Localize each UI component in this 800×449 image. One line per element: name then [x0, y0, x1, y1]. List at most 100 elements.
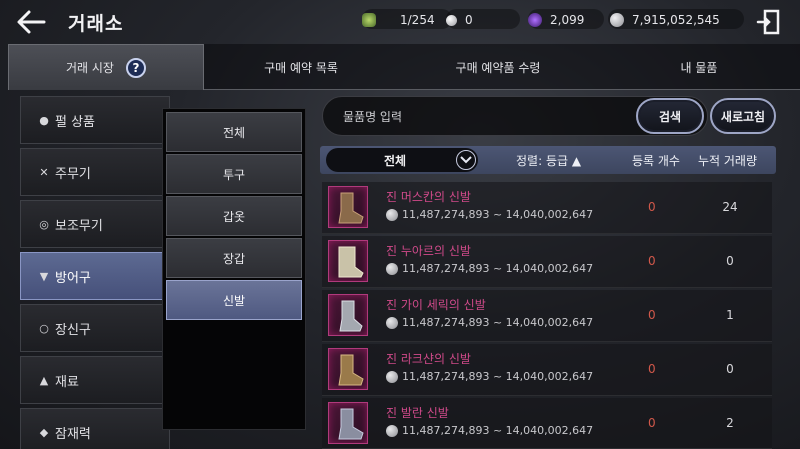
table-row[interactable]: 진 라크샨의 신발 11,487,274,893 ~ 14,040,002,64…: [322, 344, 772, 396]
column-volume: 누적 거래량: [698, 154, 758, 168]
trade-volume: 24: [722, 200, 738, 214]
silver-coin-icon: [610, 13, 624, 27]
category-sub-weapon[interactable]: ◎ 보조무기: [20, 200, 170, 248]
subcategory-label: 신발: [222, 293, 246, 308]
item-price-range: 11,487,274,893 ~ 14,040,002,647: [402, 208, 594, 221]
subcategory-all[interactable]: 전체: [166, 112, 302, 152]
registered-count: 0: [648, 254, 656, 268]
table-row[interactable]: 진 발란 신발 11,487,274,893 ~ 14,040,002,647 …: [322, 398, 772, 449]
category-label: 보조무기: [55, 218, 103, 234]
armor-icon: ▼: [39, 270, 49, 283]
category-label: 잠재력: [55, 426, 91, 442]
tab-label: 구매 예약 목록: [264, 60, 338, 75]
tab-marketplace[interactable]: 거래 시장 ?: [8, 44, 204, 90]
trade-volume: 0: [726, 254, 734, 268]
category-label: 펄 상품: [55, 114, 96, 130]
category-label: 장신구: [55, 322, 91, 338]
column-registered: 등록 개수: [632, 154, 680, 168]
silver-coin-icon: [386, 371, 398, 383]
filter-label: 전체: [384, 153, 407, 168]
exit-door-icon[interactable]: [756, 8, 782, 36]
search-input[interactable]: [343, 106, 603, 128]
silver-coin-icon: [386, 317, 398, 329]
category-armor[interactable]: ▼ 방어구: [20, 252, 170, 300]
ring-icon: ○: [39, 322, 49, 335]
refresh-button[interactable]: 새로고침: [710, 98, 776, 134]
search-button[interactable]: 검색: [636, 98, 704, 134]
boots-icon: [328, 402, 368, 444]
boots-icon: [328, 294, 368, 336]
subcategory-label: 갑옷: [222, 209, 246, 224]
subcategory-armor[interactable]: 갑옷: [166, 196, 302, 236]
registered-count: 0: [648, 362, 656, 376]
silver-value: 7,915,052,545: [632, 13, 720, 27]
item-price-range: 11,487,274,893 ~ 14,040,002,647: [402, 424, 594, 437]
tab-label: 구매 예약품 수령: [455, 60, 541, 75]
category-potential[interactable]: ◆ 잠재력: [20, 408, 170, 449]
item-name: 진 누아르의 신발: [386, 244, 471, 258]
inventory-value: 1/254: [400, 13, 435, 27]
item-price-range: 11,487,274,893 ~ 14,040,002,647: [402, 370, 594, 383]
sort-button[interactable]: 정렬: 등급 ▲: [516, 152, 581, 169]
table-row[interactable]: 진 누아르의 신발 11,487,274,893 ~ 14,040,002,64…: [322, 236, 772, 288]
ring-target-icon: ◎: [39, 218, 49, 231]
table-header: 전체 정렬: 등급 ▲ 등록 개수 누적 거래량: [320, 146, 776, 174]
subcategory-label: 투구: [222, 167, 246, 182]
category-label: 방어구: [55, 270, 91, 286]
category-label: 주무기: [55, 166, 91, 182]
flask-icon: ▲: [39, 374, 49, 387]
chevron-down-icon: [456, 150, 476, 170]
silver-coin-icon: [386, 425, 398, 437]
inventory-counter: 1/254: [362, 10, 435, 30]
help-icon[interactable]: ?: [125, 57, 146, 78]
tab-bar: 거래 시장 ? 구매 예약 목록 구매 예약품 수령 내 물품: [8, 44, 800, 90]
tab-purchase-reservations[interactable]: 구매 예약 목록: [204, 44, 398, 90]
item-price-range: 11,487,274,893 ~ 14,040,002,647: [402, 316, 594, 329]
pearl-value: 0: [465, 13, 473, 27]
item-name: 진 가이 세릭의 신발: [386, 298, 486, 312]
refresh-button-label: 새로고침: [720, 109, 766, 124]
trade-volume: 2: [726, 416, 734, 430]
table-row[interactable]: 진 머스칸의 신발 11,487,274,893 ~ 14,040,002,64…: [322, 182, 772, 234]
registered-count: 0: [648, 308, 656, 322]
boots-icon: [328, 240, 368, 282]
subcategory-label: 장갑: [222, 251, 246, 266]
category-material[interactable]: ▲ 재료: [20, 356, 170, 404]
category-pearl-items[interactable]: ● 펄 상품: [20, 96, 170, 144]
item-name: 진 라크샨의 신발: [386, 352, 471, 366]
item-name: 진 발란 신발: [386, 406, 449, 420]
subcategory-helmet[interactable]: 투구: [166, 154, 302, 194]
category-main-weapon[interactable]: ✕ 주무기: [20, 148, 170, 196]
back-arrow-icon[interactable]: [14, 8, 48, 36]
table-row[interactable]: 진 가이 세릭의 신발 11,487,274,893 ~ 14,040,002,…: [322, 290, 772, 342]
header-bar: 거래소 1/254 0 2,099 7,915,052,545: [0, 0, 800, 44]
inventory-bag-icon: [362, 13, 376, 27]
trade-volume: 0: [726, 362, 734, 376]
grade-filter-dropdown[interactable]: 전체: [326, 148, 478, 172]
subcategory-list: 전체 투구 갑옷 장갑 신발: [162, 108, 306, 430]
pearl-icon: ●: [39, 114, 49, 127]
tab-receive-reserved[interactable]: 구매 예약품 수령: [398, 44, 598, 90]
boots-icon: [328, 348, 368, 390]
category-list: ● 펄 상품 ✕ 주무기 ◎ 보조무기 ▼ 방어구 ○ 장신구 ▲ 재료 ◆ 잠…: [18, 94, 172, 449]
swords-icon: ✕: [39, 166, 49, 179]
subcategory-shoes[interactable]: 신발: [166, 280, 302, 320]
energy-orb-icon: [528, 13, 542, 27]
tab-label: 내 물품: [680, 60, 718, 75]
tab-my-items[interactable]: 내 물품: [598, 44, 800, 90]
energy-counter: 2,099: [528, 10, 584, 30]
diamond-icon: ◆: [39, 426, 49, 439]
boots-icon: [328, 186, 368, 228]
subcategory-gloves[interactable]: 장갑: [166, 238, 302, 278]
silver-counter: 7,915,052,545: [610, 10, 720, 30]
page-title: 거래소: [68, 13, 124, 35]
pearl-icon: [446, 14, 457, 26]
tab-label: 거래 시장: [66, 61, 114, 75]
category-label: 재료: [55, 374, 79, 390]
silver-coin-icon: [386, 263, 398, 275]
trade-volume: 1: [726, 308, 734, 322]
pearl-counter: 0: [446, 10, 473, 30]
search-button-label: 검색: [658, 109, 682, 124]
category-accessory[interactable]: ○ 장신구: [20, 304, 170, 352]
item-price-range: 11,487,274,893 ~ 14,040,002,647: [402, 262, 594, 275]
